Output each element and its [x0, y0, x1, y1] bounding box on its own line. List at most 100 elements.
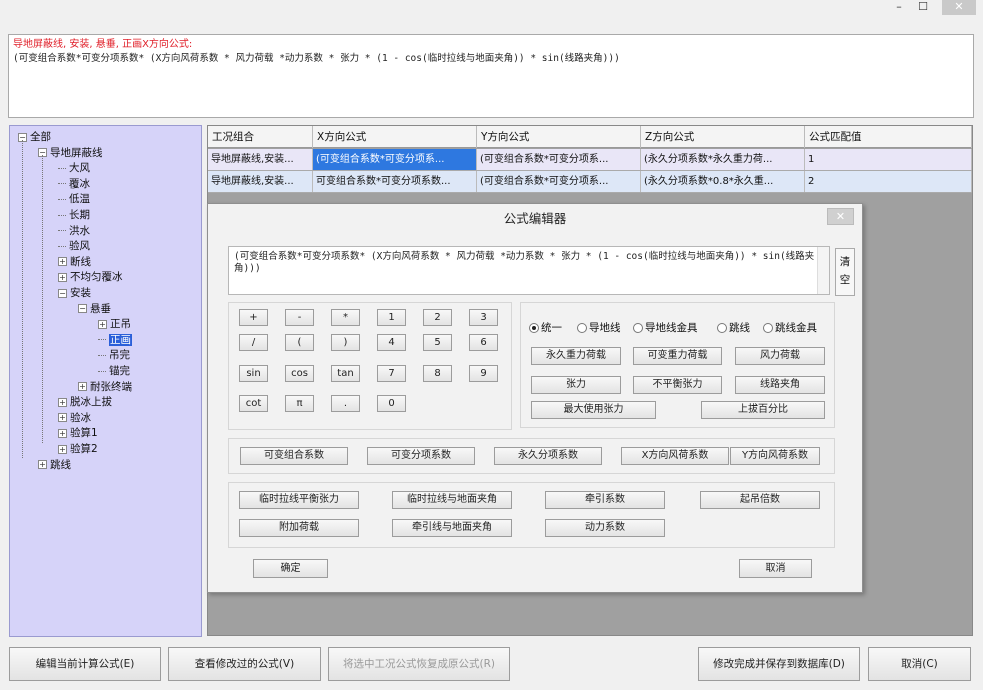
- dialog-close-button[interactable]: ✕: [827, 208, 854, 225]
- keypad-button[interactable]: 8: [423, 365, 452, 382]
- restore-original-formula-button[interactable]: 将选中工况公式恢复成原公式(R): [328, 647, 510, 681]
- keypad-button[interactable]: +: [239, 309, 268, 326]
- tree-item[interactable]: + 验算2: [58, 442, 98, 456]
- collapse-icon[interactable]: −: [78, 304, 87, 314]
- dialog-cancel-button[interactable]: 取消: [739, 559, 812, 578]
- expand-icon[interactable]: +: [58, 444, 67, 454]
- load-button[interactable]: 最大使用张力: [531, 401, 656, 419]
- cell-y-formula[interactable]: (可变组合系数*可变分项系...: [477, 149, 641, 170]
- edit-current-formula-button[interactable]: 编辑当前计算公式(E): [9, 647, 161, 681]
- radio-option[interactable]: 导地线: [577, 320, 621, 335]
- parameter-button[interactable]: 临时拉线与地面夹角: [392, 491, 512, 509]
- keypad-button[interactable]: 5: [423, 334, 452, 351]
- keypad-button[interactable]: tan: [331, 365, 360, 382]
- parameter-button[interactable]: 临时拉线平衡张力: [239, 491, 359, 509]
- cell-match-value[interactable]: 1: [805, 149, 972, 170]
- cell-y-formula[interactable]: (可变组合系数*可变分项系...: [477, 171, 641, 192]
- parameter-button[interactable]: 附加荷载: [239, 519, 359, 537]
- expand-icon[interactable]: +: [58, 257, 67, 267]
- tree-item[interactable]: − 导地屏蔽线: [38, 146, 103, 160]
- parameter-button[interactable]: 起吊倍数: [700, 491, 820, 509]
- keypad-button[interactable]: ): [331, 334, 360, 351]
- parameter-button[interactable]: 牵引线与地面夹角: [392, 519, 512, 537]
- radio-option[interactable]: 统一: [529, 320, 562, 335]
- load-button[interactable]: 不平衡张力: [633, 376, 722, 394]
- tree-item[interactable]: + 耐张终端: [78, 380, 132, 394]
- load-button[interactable]: 可变重力荷载: [633, 347, 722, 365]
- keypad-button[interactable]: sin: [239, 365, 268, 382]
- cell-match-value[interactable]: 2: [805, 171, 972, 192]
- save-to-database-button[interactable]: 修改完成并保存到数据库(D): [698, 647, 860, 681]
- cell-x-formula[interactable]: 可变组合系数*可变分项系数...: [313, 171, 477, 192]
- radio-icon[interactable]: [529, 323, 539, 333]
- tree-item[interactable]: 验风: [58, 239, 90, 253]
- keypad-button[interactable]: 1: [377, 309, 406, 326]
- expand-icon[interactable]: +: [58, 428, 67, 438]
- radio-option[interactable]: 跳线金具: [763, 320, 817, 335]
- coefficient-button[interactable]: 永久分项系数: [494, 447, 602, 465]
- keypad-button[interactable]: *: [331, 309, 360, 326]
- keypad-button[interactable]: π: [285, 395, 314, 412]
- header-x-formula[interactable]: X方向公式: [313, 126, 477, 148]
- tree-item[interactable]: + 验算1: [58, 426, 98, 440]
- view-modified-formula-button[interactable]: 查看修改过的公式(V): [168, 647, 321, 681]
- load-button[interactable]: 永久重力荷载: [531, 347, 621, 365]
- tree-item[interactable]: 覆冰: [58, 177, 90, 191]
- tree-item[interactable]: + 断线: [58, 255, 91, 269]
- radio-icon[interactable]: [763, 323, 773, 333]
- coefficient-button[interactable]: X方向风荷系数: [621, 447, 729, 465]
- header-y-formula[interactable]: Y方向公式: [477, 126, 641, 148]
- radio-icon[interactable]: [633, 323, 643, 333]
- expand-icon[interactable]: +: [38, 460, 47, 470]
- tree-item[interactable]: + 脱冰上拔: [58, 395, 112, 409]
- tree-item[interactable]: 锚完: [98, 364, 130, 378]
- expand-icon[interactable]: +: [58, 413, 67, 423]
- expand-icon[interactable]: +: [98, 319, 107, 329]
- keypad-button[interactable]: /: [239, 334, 268, 351]
- load-button[interactable]: 线路夹角: [735, 376, 825, 394]
- header-match-value[interactable]: 公式匹配值: [805, 126, 972, 148]
- expand-icon[interactable]: +: [78, 382, 87, 392]
- tree-item[interactable]: + 正吊: [98, 317, 131, 331]
- formula-editor-input[interactable]: (可变组合系数*可变分项系数* (X方向风荷系数 * 风力荷载 *动力系数 * …: [228, 246, 830, 295]
- header-condition[interactable]: 工况组合: [208, 126, 313, 148]
- keypad-button[interactable]: .: [331, 395, 360, 412]
- tree-item[interactable]: 低温: [58, 192, 90, 206]
- cell-x-formula[interactable]: (可变组合系数*可变分项系...: [313, 149, 477, 170]
- ok-button[interactable]: 确定: [253, 559, 328, 578]
- keypad-button[interactable]: 6: [469, 334, 498, 351]
- radio-icon[interactable]: [577, 323, 587, 333]
- table-row[interactable]: 导地屏蔽线,安装... (可变组合系数*可变分项系... (可变组合系数*可变分…: [208, 149, 972, 171]
- window-close-button[interactable]: ✕: [942, 0, 976, 15]
- expand-icon[interactable]: +: [58, 397, 67, 407]
- coefficient-button[interactable]: Y方向风荷系数: [730, 447, 820, 465]
- minimize-button[interactable]: –: [888, 0, 910, 15]
- tree-item[interactable]: + 跳线: [38, 458, 71, 472]
- formula-scrollbar[interactable]: [817, 247, 829, 294]
- tree-item[interactable]: 正画: [98, 333, 132, 347]
- tree-item[interactable]: 大风: [58, 161, 90, 175]
- tree-item[interactable]: 吊完: [98, 348, 130, 362]
- load-button[interactable]: 上拔百分比: [701, 401, 825, 419]
- condition-tree[interactable]: − 全部 − 导地屏蔽线 大风 覆冰 低温 长期 洪水 验风 + 断线 + 不均匀覆冰 − 安装 − 悬垂 + 正吊正…: [9, 125, 202, 637]
- parameter-button[interactable]: 牵引系数: [545, 491, 665, 509]
- header-z-formula[interactable]: Z方向公式: [641, 126, 805, 148]
- clear-button[interactable]: 清空: [835, 248, 855, 296]
- radio-icon[interactable]: [717, 323, 727, 333]
- keypad-button[interactable]: cos: [285, 365, 314, 382]
- keypad-button[interactable]: 3: [469, 309, 498, 326]
- load-button[interactable]: 张力: [531, 376, 621, 394]
- parameter-button[interactable]: 动力系数: [545, 519, 665, 537]
- cancel-button[interactable]: 取消(C): [868, 647, 971, 681]
- cell-condition[interactable]: 导地屏蔽线,安装...: [208, 149, 313, 170]
- cell-z-formula[interactable]: (永久分项系数*0.8*永久重...: [641, 171, 805, 192]
- tree-item[interactable]: − 安装: [58, 286, 91, 300]
- tree-item[interactable]: 长期: [58, 208, 90, 222]
- keypad-button[interactable]: -: [285, 309, 314, 326]
- coefficient-button[interactable]: 可变组合系数: [240, 447, 348, 465]
- keypad-button[interactable]: cot: [239, 395, 268, 412]
- keypad-button[interactable]: 9: [469, 365, 498, 382]
- cell-condition[interactable]: 导地屏蔽线,安装...: [208, 171, 313, 192]
- coefficient-button[interactable]: 可变分项系数: [367, 447, 475, 465]
- tree-item[interactable]: 洪水: [58, 224, 90, 238]
